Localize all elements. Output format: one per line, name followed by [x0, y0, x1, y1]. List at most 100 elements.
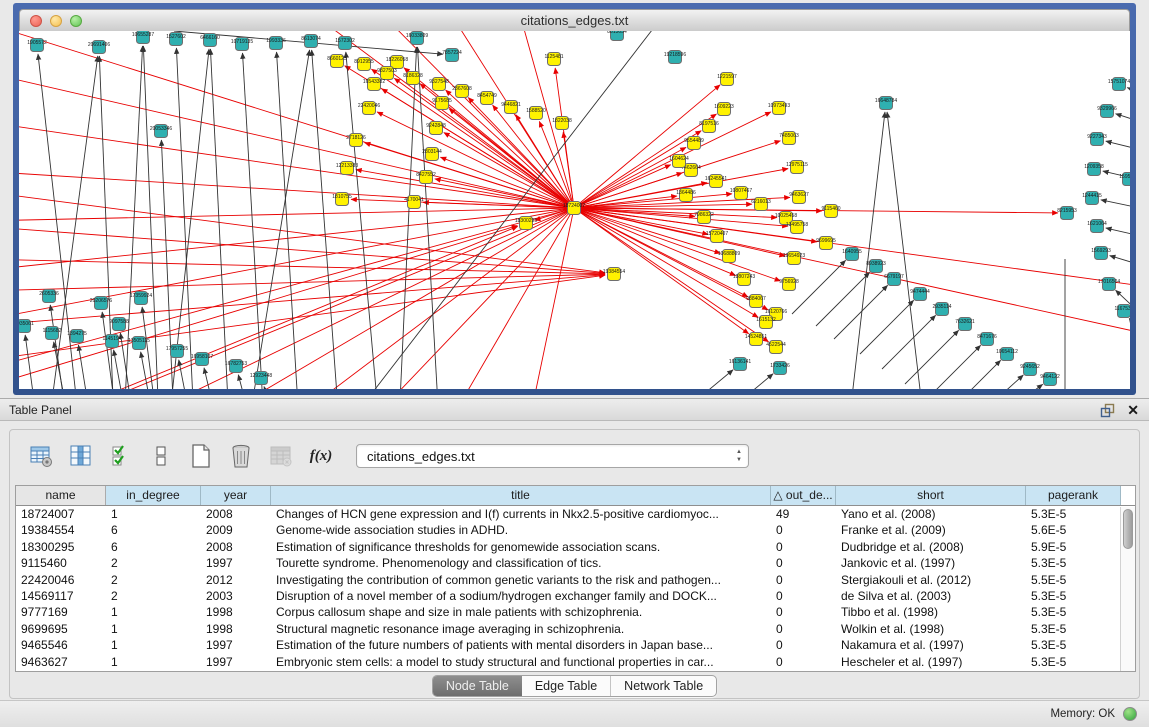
table-cell[interactable]: de Silva et al. (2003) — [836, 588, 1026, 604]
graph-node[interactable]: 7632621 — [955, 318, 975, 331]
table-row[interactable]: 1938455462009Genome-wide association stu… — [16, 522, 1135, 538]
graph-node[interactable]: 8215953 — [1057, 207, 1077, 220]
graph-node[interactable]: 6466160 — [200, 34, 220, 47]
graph-node[interactable]: 17016504 — [1098, 278, 1120, 291]
table-cell[interactable]: 2012 — [201, 572, 271, 588]
graph-node[interactable]: 9446821 — [501, 101, 521, 114]
graph-node[interactable]: 10807467 — [730, 187, 752, 200]
graph-node[interactable]: 18807243 — [733, 273, 755, 286]
graph-node[interactable]: 9554489 — [684, 137, 704, 150]
graph-node[interactable]: 10655287 — [132, 31, 154, 44]
graph-node[interactable]: 9245652 — [1020, 363, 1040, 376]
graph-node[interactable]: 9474444 — [910, 288, 930, 301]
table-cell[interactable]: 0 — [771, 572, 836, 588]
graph-node[interactable]: 1244415 — [1082, 192, 1102, 205]
table-cell[interactable]: Yano et al. (2008) — [836, 506, 1026, 522]
column-header-pagerank[interactable]: pagerank — [1026, 486, 1121, 505]
table-cell[interactable]: Disruption of a novel member of a sodium… — [271, 588, 771, 604]
table-row[interactable]: 969969511998Structural magnetic resonanc… — [16, 621, 1135, 637]
table-cell[interactable]: Corpus callosum shape and size in male p… — [271, 604, 771, 620]
graph-node[interactable]: 9097588 — [109, 318, 129, 331]
table-cell[interactable]: 9699695 — [16, 621, 106, 637]
graph-node[interactable]: 1167533 — [1114, 305, 1130, 318]
graph-node[interactable]: 12923448 — [250, 372, 272, 385]
table-cell[interactable]: Estimation of significance thresholds fo… — [271, 539, 771, 555]
table-cell[interactable]: 2 — [106, 572, 201, 588]
table-row[interactable]: 2242004622012Investigating the contribut… — [16, 572, 1135, 588]
graph-node[interactable]: 9884067 — [746, 295, 766, 308]
graph-node[interactable]: 17359924 — [130, 292, 152, 305]
graph-node[interactable]: 1527602 — [166, 33, 186, 46]
function-builder-icon[interactable]: f(x) — [308, 443, 334, 469]
table-cell[interactable]: 5.9E-5 — [1026, 539, 1121, 555]
table-cell[interactable]: 1 — [106, 604, 201, 620]
table-header-row[interactable]: namein_degreeyeartitle△ out_de...shortpa… — [16, 486, 1135, 506]
graph-node[interactable]: 1640955 — [842, 248, 862, 261]
graph-node[interactable]: 10973493 — [768, 102, 790, 115]
table-cell[interactable]: Embryonic stem cells: a model to study s… — [271, 654, 771, 670]
table-cell[interactable]: Tibbo et al. (1998) — [836, 604, 1026, 620]
table-cell[interactable]: 1997 — [201, 637, 271, 653]
graph-node[interactable]: 19654923 — [783, 252, 805, 265]
table-cell[interactable]: 1997 — [201, 654, 271, 670]
graph-node[interactable]: 7485063 — [779, 132, 799, 145]
table-cell[interactable]: 5.3E-5 — [1026, 654, 1121, 670]
graph-node[interactable]: 1125481 — [544, 53, 563, 66]
graph-node[interactable]: 2935114 — [932, 303, 951, 316]
table-cell[interactable]: Nakamura et al. (1997) — [836, 637, 1026, 653]
table-cell[interactable]: 0 — [771, 522, 836, 538]
graph-node[interactable]: 1822038 — [552, 117, 572, 130]
table-cell[interactable]: Genome-wide association studies in ADHD. — [271, 522, 771, 538]
network-canvas[interactable]: 1905572206914061065528715276026466160107… — [19, 31, 1130, 389]
close-window-button[interactable] — [30, 15, 42, 27]
table-cell[interactable]: 2009 — [201, 522, 271, 538]
graph-node[interactable]: 22420046 — [358, 102, 380, 115]
table-cell[interactable]: 2 — [106, 588, 201, 604]
new-file-icon[interactable] — [188, 443, 214, 469]
table-cell[interactable]: Hescheler et al. (1997) — [836, 654, 1026, 670]
graph-node[interactable]: 8197516 — [699, 120, 719, 133]
graph-node[interactable]: 1572302 — [335, 37, 355, 50]
table-cell[interactable]: 2003 — [201, 588, 271, 604]
table-cell[interactable]: 5.3E-5 — [1026, 637, 1121, 653]
tab-network-table[interactable]: Network Table — [610, 676, 716, 696]
table-cell[interactable]: 5.3E-5 — [1026, 555, 1121, 571]
table-cell[interactable]: 1 — [106, 621, 201, 637]
table-cell[interactable]: 2 — [106, 555, 201, 571]
graph-node[interactable]: 16033809 — [406, 32, 428, 45]
column-header-short[interactable]: short — [836, 486, 1026, 505]
table-cell[interactable]: Investigating the contribution of common… — [271, 572, 771, 588]
table-cell[interactable]: 1998 — [201, 621, 271, 637]
column-header-name[interactable]: name — [16, 486, 106, 505]
table-cell[interactable]: 5.3E-5 — [1026, 604, 1121, 620]
graph-node[interactable]: 1588520 — [526, 107, 546, 120]
close-panel-icon[interactable]: ✕ — [1127, 402, 1139, 418]
graph-node[interactable]: 19218596 — [664, 51, 686, 64]
graph-node[interactable]: 1115682 — [43, 327, 62, 340]
table-cell[interactable]: 22420046 — [16, 572, 106, 588]
graph-node[interactable]: 2367608 — [452, 85, 472, 98]
graph-node[interactable]: 13495758 — [786, 221, 808, 234]
table-cell[interactable]: 1 — [106, 654, 201, 670]
table-cell[interactable]: Wolkin et al. (1998) — [836, 621, 1026, 637]
graph-node[interactable]: 15720407 — [706, 230, 728, 243]
graph-node[interactable]: 12213383 — [336, 162, 358, 175]
graph-node[interactable]: 6216013 — [751, 198, 771, 211]
graph-node[interactable]: 9699695 — [816, 237, 836, 250]
table-cell[interactable]: 9463627 — [16, 654, 106, 670]
table-cell[interactable]: 9115460 — [16, 555, 106, 571]
graph-node[interactable]: 8912955 — [354, 58, 374, 71]
graph-node[interactable]: 13505115 — [128, 337, 150, 350]
graph-node[interactable]: 9242848 — [426, 122, 446, 135]
graph-node[interactable]: 1394275 — [67, 330, 87, 343]
table-cell[interactable]: 0 — [771, 654, 836, 670]
graph-node[interactable]: 4170041 — [404, 196, 424, 209]
table-row[interactable]: 1872400712008Changes of HCN gene express… — [16, 506, 1135, 522]
table-cell[interactable]: 9465546 — [16, 637, 106, 653]
table-cell[interactable]: 5.6E-5 — [1026, 522, 1121, 538]
graph-node[interactable]: 9115460 — [821, 205, 840, 218]
graph-node[interactable]: 8454749 — [477, 92, 497, 105]
table-row[interactable]: 946554611997Estimation of the future num… — [16, 637, 1135, 653]
graph-node[interactable]: 8613074 — [301, 35, 321, 48]
graph-node[interactable]: 12975115 — [786, 161, 808, 174]
